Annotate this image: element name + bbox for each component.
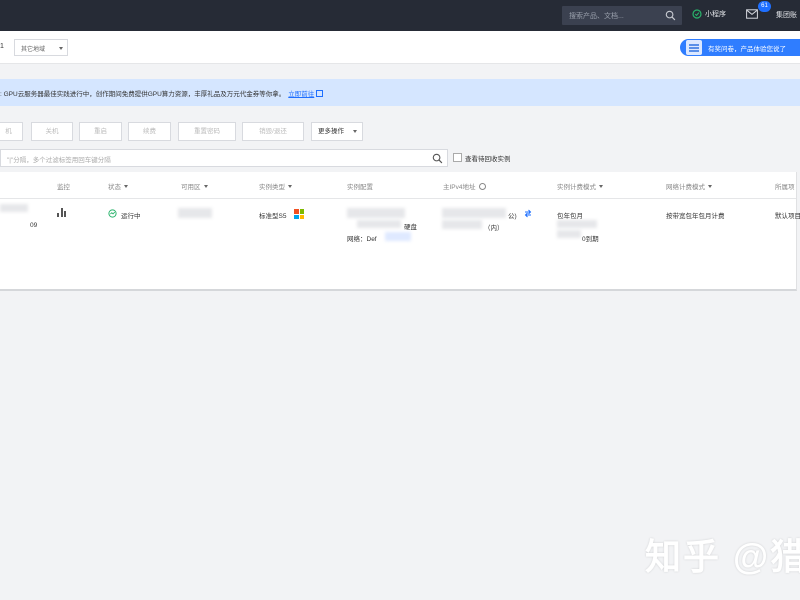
destroy-return-button[interactable]: 销毁/退还	[242, 122, 304, 141]
header-zone-label: 可用区	[181, 184, 201, 191]
mini-program-label: 小程序	[705, 11, 726, 18]
global-search-input[interactable]: 搜索产品、文档...	[562, 6, 682, 25]
renew-button[interactable]: 续费	[128, 122, 171, 141]
caret-down-icon	[353, 130, 357, 133]
external-link-icon[interactable]	[316, 90, 324, 97]
zhihu-watermark: 知乎 @猎	[645, 536, 800, 577]
header-billing[interactable]: 实例计费模式	[557, 181, 603, 191]
survey-banner-button[interactable]: 有奖问卷，产品体验您说了	[680, 39, 800, 56]
more-actions-label: 更多操作	[318, 128, 344, 135]
filter-icon[interactable]	[708, 185, 712, 188]
restart-button[interactable]: 重启	[79, 122, 122, 141]
region-select[interactable]: 其它地域	[14, 39, 68, 56]
header-monitor: 监控	[57, 184, 70, 191]
blurred-ip	[442, 220, 482, 229]
header-net-billing[interactable]: 网络计费模式	[666, 181, 712, 191]
search-placeholder: 搜索产品、文档...	[569, 13, 624, 20]
status-value: 运行中	[121, 213, 141, 220]
windows-icon	[294, 209, 304, 219]
monitor-chart-icon[interactable]	[57, 208, 67, 217]
filter-placeholder: "|"分隔，多个过滤标签用回车键分隔	[7, 157, 111, 164]
filter-icon[interactable]	[124, 185, 128, 188]
running-status-icon	[108, 209, 117, 218]
region-bar: 1 其它地域 有奖问卷，产品体验您说了	[0, 31, 800, 64]
header-status-label: 状态	[108, 184, 121, 191]
more-actions-dropdown[interactable]: 更多操作	[311, 122, 363, 141]
header-zone[interactable]: 可用区	[181, 181, 208, 191]
info-icon[interactable]	[478, 183, 486, 190]
header-config: 实例配置	[347, 184, 373, 191]
shutdown-button[interactable]: 关机	[31, 122, 73, 141]
account-menu[interactable]: 集团账	[776, 10, 797, 20]
billing-expiry: 0到期	[582, 236, 599, 243]
filter-icon[interactable]	[288, 185, 292, 188]
swap-icon[interactable]	[524, 209, 532, 218]
notice-link[interactable]: 立即前往	[288, 91, 314, 98]
mail-icon[interactable]	[746, 9, 758, 19]
billing-mode: 包年包月	[557, 213, 583, 220]
region-select-label: 其它地域	[21, 47, 46, 53]
reset-password-button[interactable]: 重置密码	[178, 122, 236, 141]
blurred-config	[347, 208, 405, 218]
header-type[interactable]: 实例类型	[259, 181, 292, 191]
instance-table: 监控 状态 可用区 实例类型 实例配置 主IPv4地址 实例计费模式 网络计费模…	[0, 172, 800, 291]
header-project: 所属项	[775, 184, 795, 191]
config-network[interactable]: 网络：Def	[347, 233, 377, 243]
notice-text: : GPU云服务器最佳实践进行中，创作期间免费提供GPU算力资源，丰厚礼品及万元…	[0, 91, 286, 98]
search-icon[interactable]	[665, 10, 676, 21]
instance-filter-input[interactable]: "|"分隔，多个过滤标签用回车键分隔	[0, 149, 448, 167]
ip-private: （内）	[484, 225, 504, 232]
promo-notice: : GPU云服务器最佳实践进行中，创作期间免费提供GPU算力资源，丰厚礼品及万元…	[0, 79, 800, 106]
region-count: 1	[0, 43, 4, 50]
header-net-billing-label: 网络计费模式	[666, 184, 705, 191]
blurred-expiry	[557, 220, 597, 228]
blurred-network-name	[385, 232, 411, 241]
header-ip: 主IPv4地址	[443, 181, 486, 191]
recycle-checkbox[interactable]	[453, 153, 462, 162]
top-nav-bar: 搜索产品、文档... 小程序 61 集团账	[0, 0, 800, 31]
ip-public: 公)	[508, 213, 517, 220]
blurred-config	[357, 220, 401, 228]
mini-program-icon	[692, 9, 702, 19]
header-billing-label: 实例计费模式	[557, 184, 596, 191]
net-billing-mode: 按带宽包年包月计费	[666, 213, 725, 220]
survey-document-icon	[686, 40, 702, 55]
instance-type-value: 标准型S5	[259, 213, 287, 220]
caret-down-icon	[59, 47, 63, 50]
notice-text-line: : GPU云服务器最佳实践进行中，创作期间免费提供GPU算力资源，丰厚礼品及万元…	[0, 88, 324, 98]
search-icon[interactable]	[432, 153, 443, 164]
project-value: 默认项目	[775, 213, 800, 220]
blurred-ip	[442, 208, 506, 218]
instance-id[interactable]: 09	[30, 222, 37, 229]
mini-program-link[interactable]: 小程序	[692, 9, 726, 19]
survey-label: 有奖问卷，产品体验您说了	[708, 46, 786, 53]
config-disk: 硬盘	[404, 224, 417, 231]
filter-icon[interactable]	[599, 185, 603, 188]
start-button[interactable]: 机	[0, 122, 23, 141]
recycle-checkbox-label[interactable]: 查看待回收实例	[465, 153, 511, 163]
header-ip-label: 主IPv4地址	[443, 184, 476, 191]
filter-icon[interactable]	[203, 185, 208, 188]
blurred-zone	[178, 208, 212, 218]
blurred-instance-name	[0, 204, 28, 212]
header-type-label: 实例类型	[259, 184, 285, 191]
table-header: 监控 状态 可用区 实例类型 实例配置 主IPv4地址 实例计费模式 网络计费模…	[0, 172, 796, 199]
blurred-expiry	[557, 230, 581, 238]
message-count-badge: 61	[758, 1, 771, 12]
header-status[interactable]: 状态	[108, 181, 128, 191]
